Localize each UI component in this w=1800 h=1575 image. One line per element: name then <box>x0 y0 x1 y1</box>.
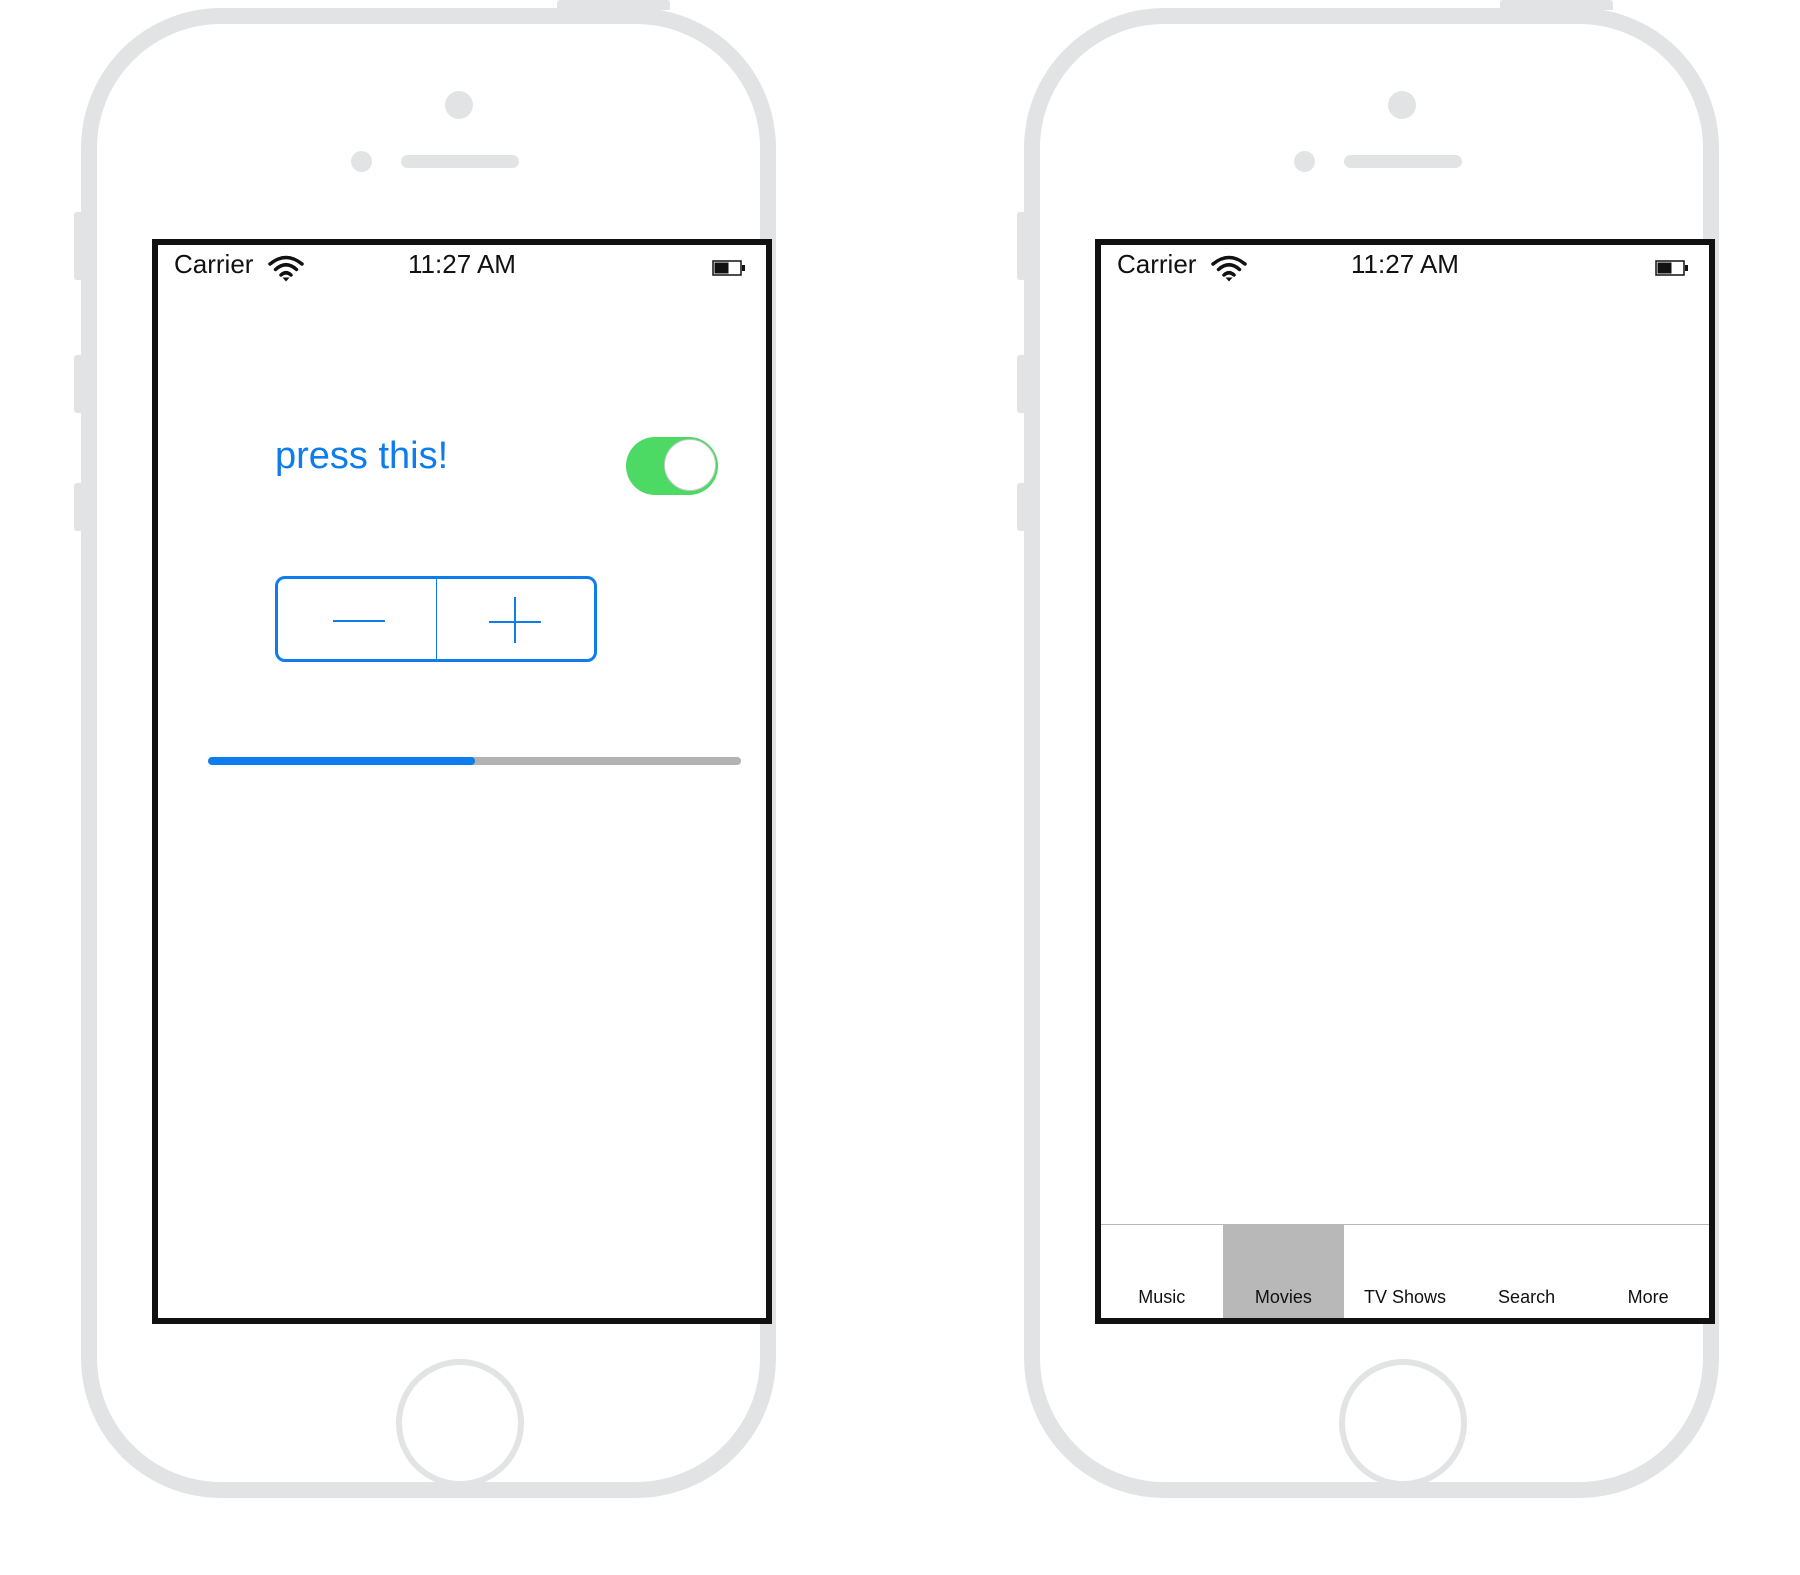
battery-icon <box>712 260 745 276</box>
progress-fill <box>208 757 475 765</box>
stepper-increment-button[interactable] <box>437 579 595 659</box>
earpiece-speaker <box>401 155 519 168</box>
battery-icon <box>1655 260 1688 276</box>
stepper-decrement-button[interactable] <box>278 579 437 659</box>
front-camera <box>445 91 473 119</box>
tab-tv-shows[interactable]: TV Shows <box>1344 1225 1466 1318</box>
progress-bar <box>208 757 741 765</box>
minus-icon <box>333 620 385 622</box>
status-bar: Carrier 11:27 AM <box>158 245 766 285</box>
tab-search[interactable]: Search <box>1466 1225 1588 1318</box>
toggle-knob <box>664 439 716 491</box>
press-this-label[interactable]: press this! <box>275 435 448 478</box>
tab-movies[interactable]: Movies <box>1222 1225 1345 1318</box>
clock: 11:27 AM <box>408 249 516 279</box>
toggle-switch[interactable] <box>626 437 718 495</box>
tab-more[interactable]: More <box>1587 1225 1709 1318</box>
tab-music[interactable]: Music <box>1101 1225 1223 1318</box>
phone-mockup-left: Carrier 11:27 AM press this! <box>72 0 812 1510</box>
clock: 11:27 AM <box>1351 249 1459 279</box>
phone-body: Carrier 11:27 AM Music Movies TV Shows S… <box>1024 8 1719 1498</box>
phone-mockup-right: Carrier 11:27 AM Music Movies TV Shows S… <box>1015 0 1755 1510</box>
stepper <box>275 576 597 662</box>
screen: Carrier 11:27 AM Music Movies TV Shows S… <box>1095 239 1715 1324</box>
phone-body: Carrier 11:27 AM press this! <box>81 8 776 1498</box>
proximity-sensor <box>1294 151 1315 172</box>
screen: Carrier 11:27 AM press this! <box>152 239 772 1324</box>
front-camera <box>1388 91 1416 119</box>
earpiece-speaker <box>1344 155 1462 168</box>
home-button[interactable] <box>1339 1359 1467 1487</box>
home-button[interactable] <box>396 1359 524 1487</box>
status-bar: Carrier 11:27 AM <box>1101 245 1709 285</box>
proximity-sensor <box>351 151 372 172</box>
tab-bar: Music Movies TV Shows Search More <box>1101 1224 1709 1318</box>
